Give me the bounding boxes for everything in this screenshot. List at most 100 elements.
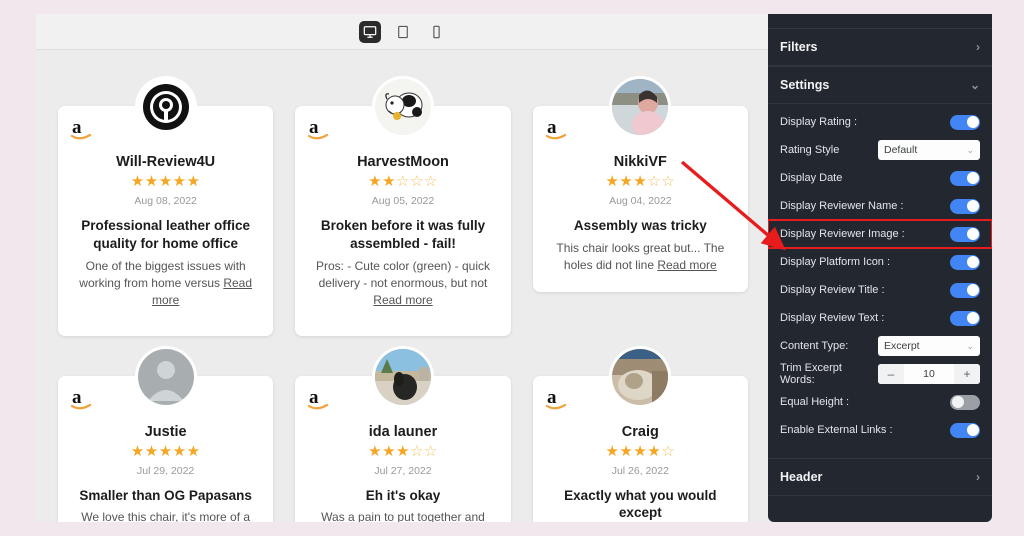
- setting-label: Display Date: [780, 172, 843, 184]
- setting-label: Content Type:: [780, 340, 849, 352]
- star-filled-icon: ★: [368, 173, 383, 191]
- chevron-down-icon: ⌄: [966, 144, 974, 155]
- setting-label: Display Review Title :: [780, 284, 885, 296]
- setting-label: Trim Excerpt Words:: [780, 362, 842, 386]
- svg-text:a: a: [72, 387, 82, 408]
- reviewer-avatar: [371, 345, 434, 408]
- select-value: Excerpt: [884, 340, 920, 352]
- svg-text:a: a: [309, 117, 319, 138]
- review-title: Professional leather office quality for …: [81, 217, 251, 251]
- toggle-switch[interactable]: [950, 310, 980, 326]
- setting-label: Enable External Links :: [780, 424, 893, 436]
- star-filled-icon: ★: [144, 443, 159, 461]
- toggle-switch[interactable]: [950, 114, 980, 130]
- svg-text:a: a: [309, 387, 319, 408]
- chair-photo-icon: [612, 348, 669, 405]
- reviewer-avatar: [609, 76, 672, 138]
- cow-photo-icon: [374, 79, 431, 135]
- star-filled-icon: ★: [130, 443, 145, 461]
- review-title: Eh it's okay: [365, 487, 441, 503]
- setting-label: Display Reviewer Name :: [780, 200, 904, 212]
- toggle-switch[interactable]: [950, 394, 980, 410]
- stepper-value[interactable]: 10: [904, 368, 954, 380]
- accordion-filters-label: Filters: [780, 40, 818, 54]
- star-filled-icon: ★: [172, 173, 187, 191]
- device-preview-toolbar: [36, 14, 770, 50]
- review-title: Assembly was tricky: [573, 217, 707, 233]
- accordion-header[interactable]: Header ›: [768, 458, 992, 496]
- toggle-switch[interactable]: [950, 422, 980, 438]
- accordion-header-label: Header: [780, 470, 823, 484]
- star-filled-icon: ★: [396, 443, 410, 461]
- svg-text:a: a: [547, 117, 557, 138]
- star-filled-icon: ★: [382, 173, 397, 191]
- star-filled-icon: ★: [186, 173, 201, 191]
- star-filled-icon: ★: [158, 443, 173, 461]
- star-empty-icon: ☆: [409, 443, 424, 461]
- star-filled-icon: ★: [633, 443, 648, 461]
- review-card: a ida launer ★★★☆☆ Jul 27, 2022 Eh it's …: [295, 345, 511, 522]
- accordion-settings-label: Settings: [780, 78, 830, 92]
- badge-logo-icon: [142, 84, 189, 130]
- svg-text:a: a: [72, 117, 82, 138]
- amazon-icon: a: [307, 386, 333, 412]
- toggle-switch[interactable]: [950, 198, 980, 214]
- setting-row: Display Rating :: [768, 108, 992, 136]
- rating-stars: ★★★★★: [72, 174, 259, 191]
- chevron-right-icon: ›: [976, 40, 980, 54]
- reviewer-avatar: [134, 345, 197, 408]
- amazon-icon: a: [70, 116, 96, 142]
- rating-stars: ★★★☆☆: [547, 174, 734, 191]
- reviewer-avatar: [134, 76, 197, 138]
- stepper-decrement-button[interactable]: –: [878, 364, 904, 384]
- stepper-increment-button[interactable]: +: [954, 364, 980, 384]
- reviews-row: a Will-Review4U ★★★★★ Aug 08, 2022 Profe…: [58, 76, 748, 336]
- person-photo-icon: [612, 79, 669, 135]
- star-empty-icon: ☆: [423, 173, 438, 191]
- star-filled-icon: ★: [130, 173, 145, 191]
- rating-stars: ★★★★★: [72, 443, 259, 461]
- toggle-switch[interactable]: [950, 170, 980, 186]
- accordion-filters[interactable]: Filters ›: [768, 28, 992, 66]
- setting-label: Equal Height :: [780, 396, 850, 408]
- read-more-link[interactable]: Read more: [373, 293, 432, 307]
- read-more-link[interactable]: Read more: [657, 258, 716, 272]
- review-date: Jul 27, 2022: [374, 464, 432, 477]
- rating-stars: ★★★☆☆: [309, 443, 496, 461]
- toggle-switch[interactable]: [950, 226, 980, 242]
- setting-row: Display Platform Icon :: [768, 248, 992, 276]
- device-mobile-button[interactable]: [425, 21, 447, 43]
- star-filled-icon: ★: [619, 443, 634, 461]
- toggle-switch[interactable]: [950, 282, 980, 298]
- reviews-grid: a Will-Review4U ★★★★★ Aug 08, 2022 Profe…: [36, 50, 770, 522]
- star-empty-icon: ☆: [409, 173, 424, 191]
- review-card: a HarvestMoon ★★☆☆☆ Aug 05, 2022 Broken …: [295, 76, 511, 336]
- panel-top-spacer: [768, 14, 992, 28]
- setting-row: Display Review Title :: [768, 276, 992, 304]
- review-title: Exactly what you would except: [564, 487, 717, 521]
- setting-label: Display Review Text :: [780, 312, 885, 324]
- toggle-switch[interactable]: [950, 254, 980, 270]
- star-filled-icon: ★: [158, 173, 173, 191]
- setting-row: Display Review Text :: [768, 304, 992, 332]
- select-dropdown[interactable]: Excerpt ⌄: [878, 336, 980, 356]
- star-filled-icon: ★: [605, 443, 620, 461]
- star-filled-icon: ★: [368, 443, 383, 461]
- amazon-icon: a: [545, 116, 571, 142]
- reviews-row: a Justie ★★★★★ Jul 29, 2022 Smaller than…: [58, 345, 748, 522]
- setting-row: Content Type: Excerpt ⌄: [768, 332, 992, 360]
- star-empty-icon: ☆: [661, 173, 676, 191]
- select-dropdown[interactable]: Default ⌄: [878, 140, 980, 160]
- accordion-settings[interactable]: Settings ⌄: [768, 66, 992, 104]
- setting-row: Equal Height :: [768, 388, 992, 416]
- review-date: Aug 08, 2022: [134, 194, 197, 207]
- device-desktop-button[interactable]: [359, 20, 381, 43]
- review-date: Jul 29, 2022: [137, 464, 195, 477]
- device-tablet-button[interactable]: [392, 21, 414, 43]
- default-user-icon: [137, 348, 194, 405]
- reviewer-name: Craig: [621, 423, 659, 440]
- chevron-down-icon: ⌄: [966, 340, 974, 351]
- star-filled-icon: ★: [619, 173, 634, 191]
- review-card: a NikkiVF ★★★☆☆ Aug 04, 2022 Assembly wa…: [532, 76, 748, 336]
- outdoor-photo-icon: [374, 348, 431, 405]
